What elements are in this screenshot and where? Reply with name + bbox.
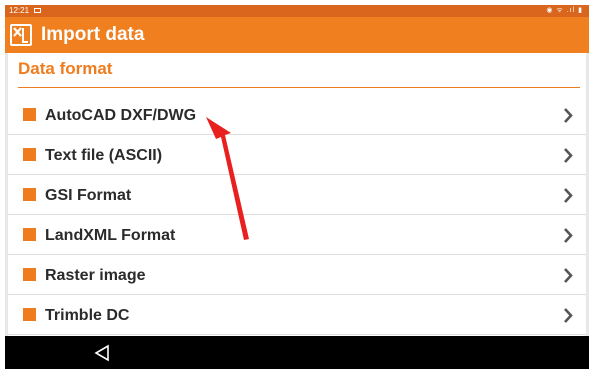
app-logo-icon [10, 24, 32, 46]
chevron-right-icon [564, 228, 573, 243]
format-item-label: Raster image [45, 267, 146, 284]
square-bullet-icon [23, 188, 36, 201]
format-item-label: Text file (ASCII) [45, 147, 163, 164]
format-item-autocad[interactable]: AutoCAD DXF/DWG [8, 96, 586, 135]
chevron-right-icon [564, 148, 573, 163]
format-item-label: Trimble DC [45, 307, 130, 324]
square-bullet-icon [23, 108, 36, 121]
section-title: Data format [18, 59, 113, 78]
format-item-label: GSI Format [45, 187, 132, 204]
app-bar: Import data [5, 17, 589, 53]
chevron-right-icon [564, 308, 573, 323]
navigation-bar [5, 336, 589, 369]
square-bullet-icon [23, 148, 36, 161]
back-triangle-icon[interactable] [93, 344, 111, 362]
chevron-right-icon [564, 188, 573, 203]
status-bar: 12:21 ◉ ᯤ .ıl ▮ [5, 5, 589, 17]
format-item-gsi[interactable]: GSI Format [8, 176, 586, 215]
chevron-right-icon [564, 108, 573, 123]
format-item-text-file[interactable]: Text file (ASCII) [8, 136, 586, 175]
format-item-raster[interactable]: Raster image [8, 256, 586, 295]
status-time: 12:21 [9, 6, 30, 15]
square-bullet-icon [23, 228, 36, 241]
gallery-notification-icon [34, 8, 41, 13]
section-divider [18, 87, 580, 88]
chevron-right-icon [564, 268, 573, 283]
page-title: Import data [41, 24, 145, 45]
format-list: AutoCAD DXF/DWG Text file (ASCII) GSI Fo… [8, 96, 586, 335]
square-bullet-icon [23, 308, 36, 321]
square-bullet-icon [23, 268, 36, 281]
format-item-label: AutoCAD DXF/DWG [45, 107, 197, 124]
format-item-landxml[interactable]: LandXML Format [8, 216, 586, 255]
status-icons: ◉ ᯤ .ıl ▮ [546, 7, 583, 14]
main-content: Data format AutoCAD DXF/DWG Text file (A… [8, 53, 586, 336]
app-window: 12:21 ◉ ᯤ .ıl ▮ Import data Data format … [5, 5, 589, 369]
format-item-label: LandXML Format [45, 227, 176, 244]
format-item-trimble[interactable]: Trimble DC [8, 296, 586, 335]
